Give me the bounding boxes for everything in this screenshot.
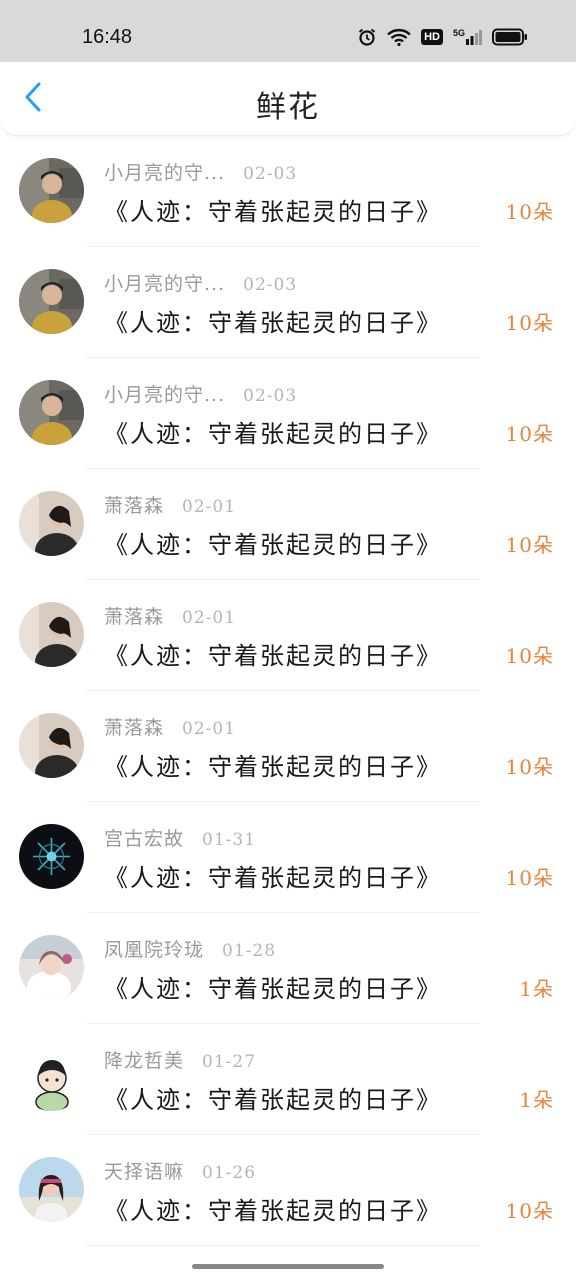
item-meta: 小月亮的守... 02-03 xyxy=(104,158,297,185)
list-item[interactable]: 萧落森 02-01 《人迹：守着张起灵的日子》 10朵 xyxy=(0,691,576,802)
avatar[interactable] xyxy=(19,935,84,1000)
gift-date: 01-27 xyxy=(202,1052,257,1072)
avatar[interactable] xyxy=(19,269,84,334)
book-title: 《人迹：守着张起灵的日子》 xyxy=(104,1086,442,1114)
avatar[interactable] xyxy=(19,158,84,223)
sender-name: 天择语嘛 xyxy=(104,1161,185,1183)
sender-name: 宫古宏故 xyxy=(104,828,185,850)
book-title: 《人迹：守着张起灵的日子》 xyxy=(104,975,442,1003)
sender-name: 凤凰院玲珑 xyxy=(104,939,205,961)
list-item[interactable]: 天择语嘛 01-26 《人迹：守着张起灵的日子》 10朵 xyxy=(0,1135,576,1246)
hd-icon: HD xyxy=(421,29,443,45)
sender-name: 小月亮的守... xyxy=(104,273,226,295)
sender-name: 萧落森 xyxy=(104,495,165,517)
page-title: 鲜花 xyxy=(256,90,320,125)
book-title: 《人迹：守着张起灵的日子》 xyxy=(104,864,442,892)
sender-name: 萧落森 xyxy=(104,606,165,628)
avatar[interactable] xyxy=(19,1046,84,1111)
book-title: 《人迹：守着张起灵的日子》 xyxy=(104,1197,442,1225)
gift-date: 01-28 xyxy=(222,941,277,961)
status-bar: 16:48 HD 5G xyxy=(0,0,576,62)
avatar[interactable] xyxy=(19,824,84,889)
flower-amount: 1朵 xyxy=(519,977,554,1001)
item-meta: 萧落森 02-01 xyxy=(104,491,236,518)
avatar[interactable] xyxy=(19,1157,84,1222)
nav-bar: 鲜花 xyxy=(0,62,576,136)
home-indicator[interactable] xyxy=(192,1264,384,1269)
list-item[interactable]: 小月亮的守... 02-03 《人迹：守着张起灵的日子》 10朵 xyxy=(0,358,576,469)
flower-amount: 10朵 xyxy=(505,866,554,890)
signal-5g-icon: 5G xyxy=(453,29,482,45)
book-title: 《人迹：守着张起灵的日子》 xyxy=(104,531,442,559)
avatar[interactable] xyxy=(19,713,84,778)
flower-amount: 10朵 xyxy=(505,1199,554,1223)
item-meta: 凤凰院玲珑 01-28 xyxy=(104,935,276,962)
list-item[interactable]: 宫古宏故 01-31 《人迹：守着张起灵的日子》 10朵 xyxy=(0,802,576,913)
avatar[interactable] xyxy=(19,380,84,445)
wifi-icon xyxy=(387,28,411,46)
gift-date: 02-03 xyxy=(243,386,298,406)
gift-date: 02-01 xyxy=(182,719,237,739)
item-meta: 萧落森 02-01 xyxy=(104,602,236,629)
status-time: 16:48 xyxy=(82,26,133,48)
item-meta: 宫古宏故 01-31 xyxy=(104,824,256,851)
flower-amount: 1朵 xyxy=(519,1088,554,1112)
avatar[interactable] xyxy=(19,491,84,556)
flower-gift-list: 小月亮的守... 02-03 《人迹：守着张起灵的日子》 10朵 小月亮的守..… xyxy=(0,136,576,1246)
sender-name: 小月亮的守... xyxy=(104,162,226,184)
gift-date: 02-01 xyxy=(182,497,237,517)
list-item[interactable]: 小月亮的守... 02-03 《人迹：守着张起灵的日子》 10朵 xyxy=(0,136,576,247)
list-item[interactable]: 降龙哲美 01-27 《人迹：守着张起灵的日子》 1朵 xyxy=(0,1024,576,1135)
sender-name: 小月亮的守... xyxy=(104,384,226,406)
gift-date: 02-03 xyxy=(243,275,298,295)
list-item[interactable]: 萧落森 02-01 《人迹：守着张起灵的日子》 10朵 xyxy=(0,469,576,580)
book-title: 《人迹：守着张起灵的日子》 xyxy=(104,309,442,337)
gift-date: 01-31 xyxy=(202,830,257,850)
book-title: 《人迹：守着张起灵的日子》 xyxy=(104,753,442,781)
divider xyxy=(86,1245,480,1246)
list-item[interactable]: 凤凰院玲珑 01-28 《人迹：守着张起灵的日子》 1朵 xyxy=(0,913,576,1024)
sender-name: 降龙哲美 xyxy=(104,1050,185,1072)
book-title: 《人迹：守着张起灵的日子》 xyxy=(104,642,442,670)
flower-amount: 10朵 xyxy=(505,311,554,335)
flower-amount: 10朵 xyxy=(505,644,554,668)
item-meta: 小月亮的守... 02-03 xyxy=(104,269,297,296)
book-title: 《人迹：守着张起灵的日子》 xyxy=(104,420,442,448)
gift-date: 02-03 xyxy=(243,164,298,184)
gift-date: 01-26 xyxy=(202,1163,257,1183)
network-label: 5G xyxy=(452,28,465,38)
item-meta: 萧落森 02-01 xyxy=(104,713,236,740)
item-meta: 小月亮的守... 02-03 xyxy=(104,380,297,407)
alarm-icon xyxy=(357,27,377,47)
battery-icon xyxy=(492,28,528,46)
flower-amount: 10朵 xyxy=(505,422,554,446)
item-meta: 天择语嘛 01-26 xyxy=(104,1157,256,1184)
flower-amount: 10朵 xyxy=(505,533,554,557)
flower-amount: 10朵 xyxy=(505,200,554,224)
flower-amount: 10朵 xyxy=(505,755,554,779)
status-icons: HD 5G xyxy=(357,27,528,47)
sender-name: 萧落森 xyxy=(104,717,165,739)
gift-date: 02-01 xyxy=(182,608,237,628)
item-meta: 降龙哲美 01-27 xyxy=(104,1046,256,1073)
book-title: 《人迹：守着张起灵的日子》 xyxy=(104,198,442,226)
list-item[interactable]: 小月亮的守... 02-03 《人迹：守着张起灵的日子》 10朵 xyxy=(0,247,576,358)
list-item[interactable]: 萧落森 02-01 《人迹：守着张起灵的日子》 10朵 xyxy=(0,580,576,691)
avatar[interactable] xyxy=(19,602,84,667)
